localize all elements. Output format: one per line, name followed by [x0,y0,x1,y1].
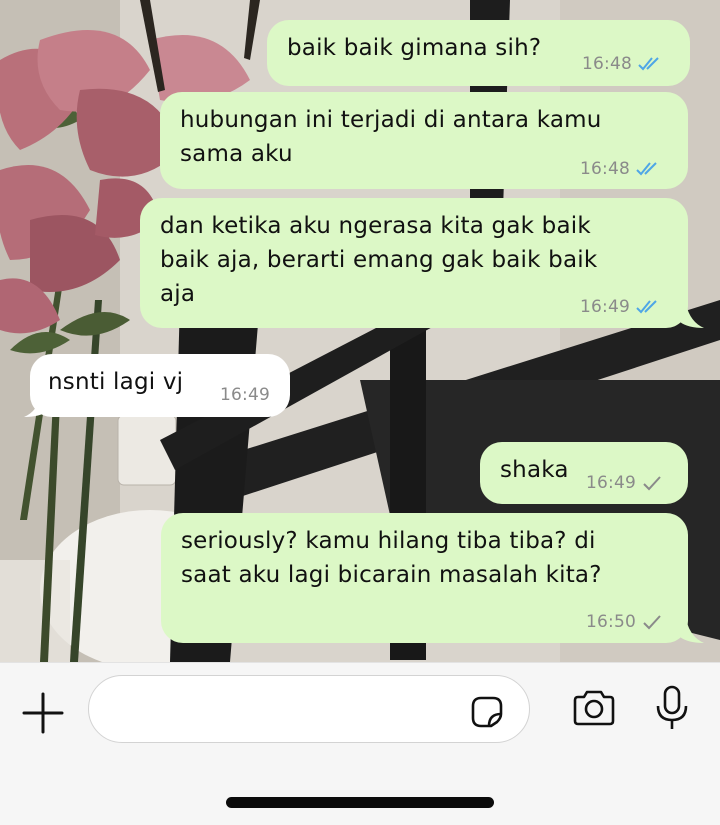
message-meta: 16:48 [582,54,664,74]
message-bubble-outgoing[interactable]: hubungan ini terjadi di antara kamu sama… [160,92,688,189]
single-check-icon [643,476,661,491]
message-time: 16:48 [582,54,632,74]
message-meta: 16:49 [580,297,662,317]
message-meta: 16:49 [220,385,270,405]
message-bubble-outgoing[interactable]: baik baik gimana sih? 16:48 [267,20,690,86]
double-check-read-icon [638,57,659,71]
message-bubble-outgoing[interactable]: shaka 16:49 [480,442,688,504]
double-check-read-icon [636,300,657,314]
message-meta: 16:49 [586,473,662,493]
bubble-tail [24,393,48,417]
message-bubble-outgoing[interactable]: dan ketika aku ngerasa kita gak baik bai… [140,198,688,328]
bubble-tail [680,619,704,643]
bubble-tail [680,304,704,328]
message-time: 16:49 [580,297,630,317]
message-text: seriously? kamu hilang tiba tiba? di [181,528,596,554]
message-time: 16:49 [586,473,636,493]
message-text: saat aku lagi bicarain masalah kita? [181,562,602,588]
message-time: 16:49 [220,385,270,405]
message-text: dan ketika aku ngerasa kita gak baik [160,213,591,239]
home-indicator[interactable] [226,797,494,808]
message-text: baik aja, berarti emang gak baik baik [160,247,598,273]
message-time: 16:48 [580,159,630,179]
camera-icon[interactable] [571,688,617,728]
chat-screen: baik baik gimana sih? 16:48 hubungan ini… [0,0,720,825]
microphone-icon[interactable] [654,684,690,732]
sticker-icon[interactable] [467,692,507,732]
message-meta: 16:50 [586,612,662,632]
message-bubble-outgoing[interactable]: seriously? kamu hilang tiba tiba? di saa… [161,513,688,643]
message-input[interactable] [88,675,530,743]
plus-icon[interactable] [20,690,66,736]
double-check-read-icon [636,162,657,176]
message-text: hubungan ini terjadi di antara kamu [180,107,602,133]
single-check-icon [643,615,661,630]
message-meta: 16:48 [580,159,662,179]
message-time: 16:50 [586,612,636,632]
message-bubble-incoming[interactable]: nsnti lagi vj 16:49 [30,354,290,417]
